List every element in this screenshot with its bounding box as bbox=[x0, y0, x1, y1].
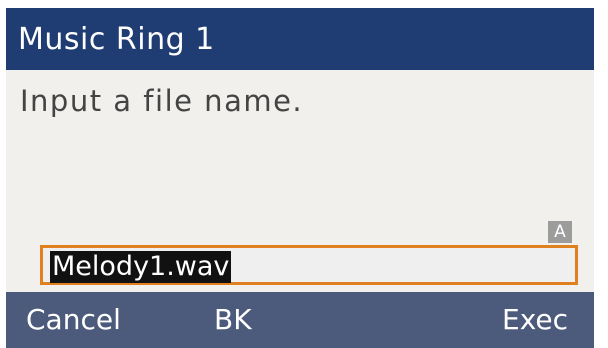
screen-title: Music Ring 1 bbox=[18, 21, 215, 57]
softkey-bar: Cancel BK Exec bbox=[6, 292, 594, 348]
content-area: Input a file name. A Melody1.wav bbox=[6, 70, 594, 292]
input-mode-badge: A bbox=[548, 221, 572, 243]
file-name-input[interactable]: Melody1.wav bbox=[40, 245, 578, 285]
title-bar: Music Ring 1 bbox=[6, 8, 594, 70]
file-name-selected-text[interactable]: Melody1.wav bbox=[50, 251, 232, 283]
prompt-message: Input a file name. bbox=[20, 84, 304, 118]
backspace-softkey[interactable]: BK bbox=[214, 292, 252, 348]
phone-display-screen: Music Ring 1 Input a file name. A Melody… bbox=[0, 0, 608, 348]
cancel-softkey[interactable]: Cancel bbox=[26, 292, 121, 348]
exec-softkey[interactable]: Exec bbox=[502, 292, 568, 348]
